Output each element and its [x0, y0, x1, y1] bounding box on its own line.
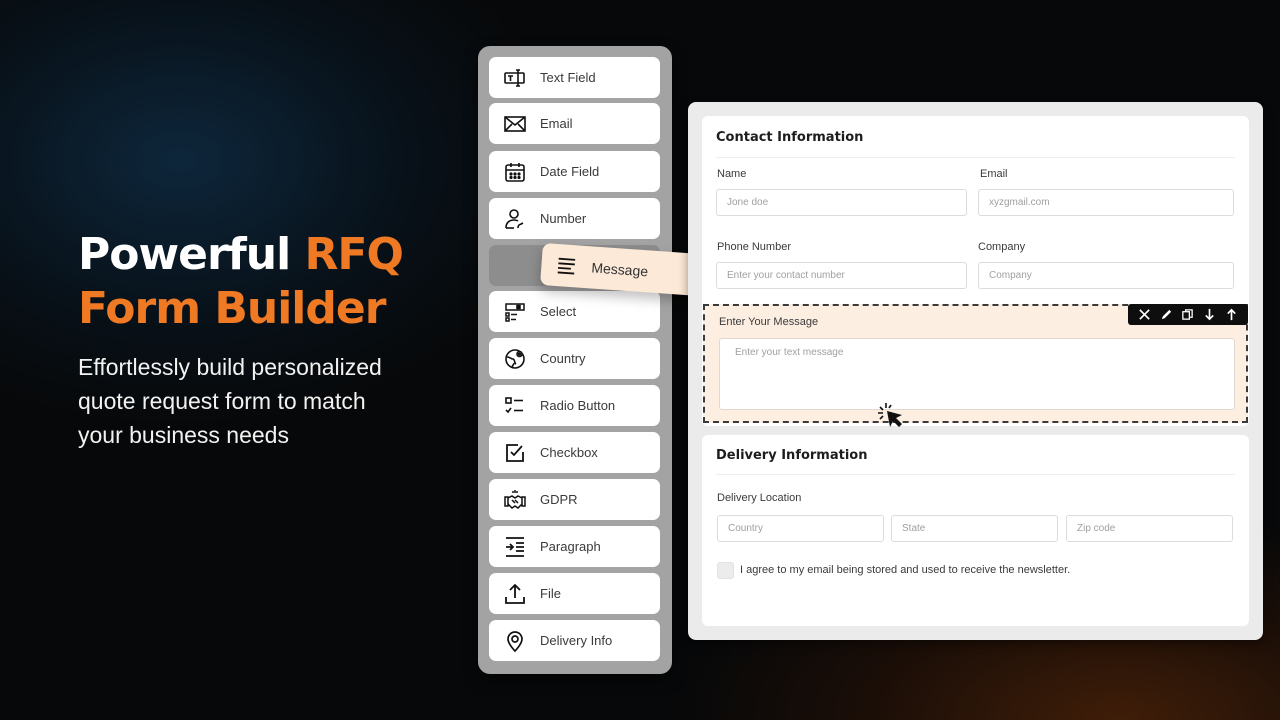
- hero-subtitle-line: quote request form to match: [78, 388, 366, 414]
- palette-item-label: GDPR: [540, 492, 578, 507]
- country-input[interactable]: [717, 515, 884, 542]
- lines-icon: [555, 254, 578, 277]
- palette-item-label: Checkbox: [540, 445, 598, 460]
- name-input[interactable]: [716, 189, 967, 216]
- handshake-icon: [503, 488, 527, 512]
- close-icon[interactable]: [1137, 307, 1153, 323]
- palette-item-country[interactable]: Country: [489, 338, 660, 379]
- palette-item-number[interactable]: Number: [489, 198, 660, 239]
- palette-item-label: Delivery Info: [540, 633, 613, 648]
- email-input[interactable]: [978, 189, 1234, 216]
- palette-item-label: Email: [540, 116, 573, 131]
- palette-item-delivery-info[interactable]: Delivery Info: [489, 620, 660, 661]
- company-input[interactable]: [978, 262, 1234, 289]
- delivery-information-section: Delivery Information Delivery Location: [702, 435, 1249, 626]
- text-field-icon: [503, 66, 527, 90]
- hero-subtitle: Effortlessly build personalized quote re…: [78, 350, 438, 452]
- palette-item-checkbox[interactable]: Checkbox: [489, 432, 660, 473]
- palette-item-label: Radio Button: [540, 398, 616, 413]
- move-up-icon[interactable]: [1223, 307, 1239, 323]
- palette-item-radio-button[interactable]: Radio Button: [489, 385, 660, 426]
- palette-item-label: File: [540, 586, 561, 601]
- palette-item-gdpr[interactable]: GDPR: [489, 479, 660, 520]
- section-divider: [716, 157, 1235, 158]
- section-title: Contact Information: [716, 130, 864, 145]
- section-divider: [716, 474, 1235, 475]
- checkbox-icon: [503, 441, 527, 465]
- palette-item-date-field[interactable]: Date Field: [489, 151, 660, 192]
- newsletter-consent-label: I agree to my email being stored and use…: [740, 564, 1071, 576]
- palette-item-text-field[interactable]: Text Field: [489, 57, 660, 98]
- dragged-item-label: Message: [590, 259, 649, 280]
- palette-item-email[interactable]: Email: [489, 103, 660, 144]
- palette-item-label: Date Field: [540, 164, 600, 179]
- palette-item-label: Select: [540, 304, 577, 319]
- upload-icon: [503, 582, 527, 606]
- newsletter-consent-checkbox[interactable]: [717, 562, 734, 579]
- palette-item-label: Country: [540, 351, 586, 366]
- palette-item-label: Paragraph: [540, 539, 601, 554]
- palette-item-file[interactable]: File: [489, 573, 660, 614]
- palette-item-paragraph[interactable]: Paragraph: [489, 526, 660, 567]
- move-down-icon[interactable]: [1202, 307, 1218, 323]
- field-palette: Text Field Email Date Field Number Selec…: [478, 46, 672, 674]
- edit-icon[interactable]: [1158, 307, 1174, 323]
- email-label: Email: [980, 168, 1008, 180]
- location-pin-icon: [503, 629, 527, 653]
- name-label: Name: [717, 168, 747, 180]
- hero-title-white: Powerful: [78, 229, 305, 280]
- field-action-toolbar: [1128, 304, 1248, 325]
- hero-subtitle-line: your business needs: [78, 422, 289, 448]
- indent-icon: [503, 535, 527, 559]
- palette-item-label: Text Field: [540, 70, 596, 85]
- phone-label: Phone Number: [717, 241, 791, 253]
- delivery-location-label: Delivery Location: [717, 492, 802, 504]
- hero: Powerful RFQ Form Builder Effortlessly b…: [78, 228, 438, 452]
- hero-title-accent: RFQ: [304, 229, 404, 280]
- globe-pin-icon: [503, 347, 527, 371]
- state-input[interactable]: [891, 515, 1058, 542]
- company-label: Company: [978, 241, 1026, 253]
- click-pointer-icon: [878, 403, 902, 427]
- message-label: Enter Your Message: [719, 316, 819, 328]
- checklist-icon: [503, 394, 527, 418]
- user-phone-icon: [503, 207, 527, 231]
- section-title: Delivery Information: [716, 448, 868, 463]
- message-textarea[interactable]: [719, 338, 1235, 410]
- palette-item-select[interactable]: Select: [489, 291, 660, 332]
- hero-title-line2: Form Builder: [78, 283, 386, 334]
- hero-title: Powerful RFQ Form Builder: [78, 228, 438, 336]
- palette-item-label: Number: [540, 211, 587, 226]
- hero-subtitle-line: Effortlessly build personalized: [78, 354, 382, 380]
- zip-code-input[interactable]: [1066, 515, 1233, 542]
- duplicate-icon[interactable]: [1180, 307, 1196, 323]
- calendar-icon: [503, 160, 527, 184]
- phone-input[interactable]: [716, 262, 967, 289]
- select-list-icon: [503, 300, 527, 324]
- envelope-icon: [503, 112, 527, 136]
